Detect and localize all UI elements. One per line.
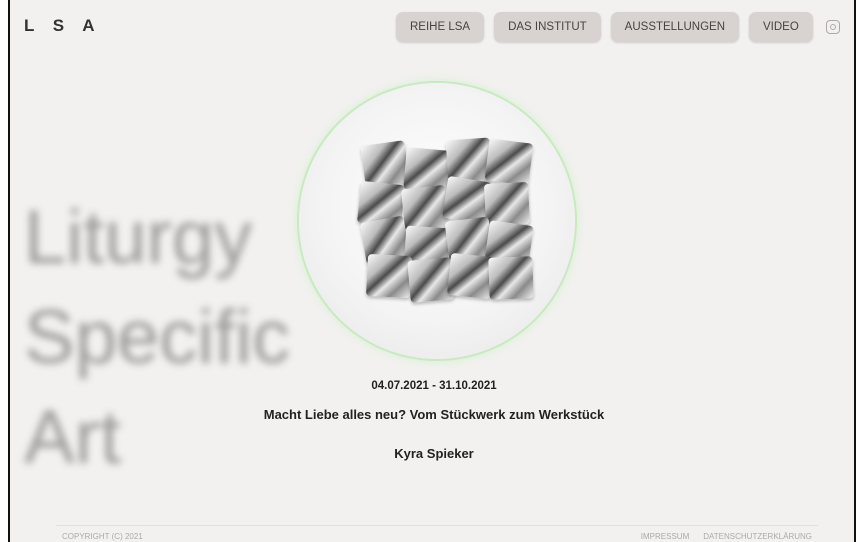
nav-video-button[interactable]: VIDEO: [749, 12, 813, 42]
copyright-text: COPYRIGHT (C) 2021: [62, 532, 143, 541]
footer-divider: [56, 525, 818, 526]
nav-ausstellungen-button[interactable]: AUSSTELLUNGEN: [610, 12, 740, 42]
cube-tile: [488, 256, 534, 300]
footer-links: IMPRESSUM DATENSCHUTZERKLÄRUNG: [641, 532, 812, 541]
background-title: Liturgy Specific Art: [24, 188, 290, 488]
page-frame: L S A REIHE LSA DAS INSTITUT AUSSTELLUNG…: [8, 0, 856, 542]
background-title-line-3: Art: [24, 395, 122, 480]
cube-tile: [483, 181, 531, 227]
instagram-icon[interactable]: [826, 20, 840, 34]
exhibition-title-link[interactable]: Macht Liebe alles neu? Vom Stückwerk zum…: [10, 407, 854, 422]
nav-reihe-lsa-button[interactable]: REIHE LSA: [396, 12, 485, 42]
cube-tile: [365, 253, 413, 299]
nav-das-institut-button[interactable]: DAS INSTITUT: [494, 12, 601, 42]
cube-sculpture-image: [351, 135, 534, 303]
impressum-link[interactable]: IMPRESSUM: [641, 532, 689, 541]
exhibition-image-circle[interactable]: [299, 83, 575, 359]
main-nav: REIHE LSA DAS INSTITUT AUSSTELLUNGEN VID…: [396, 12, 813, 42]
exhibition-artist: Kyra Spieker: [394, 446, 474, 461]
cube-tile: [484, 138, 534, 186]
datenschutz-link[interactable]: DATENSCHUTZERKLÄRUNG: [703, 532, 812, 541]
background-title-line-1: Liturgy: [24, 195, 253, 280]
cube-tile: [400, 184, 450, 232]
exhibition-date: 04.07.2021 - 31.10.2021: [371, 380, 497, 392]
site-logo[interactable]: L S A: [24, 16, 102, 36]
background-title-line-2: Specific: [24, 295, 291, 380]
